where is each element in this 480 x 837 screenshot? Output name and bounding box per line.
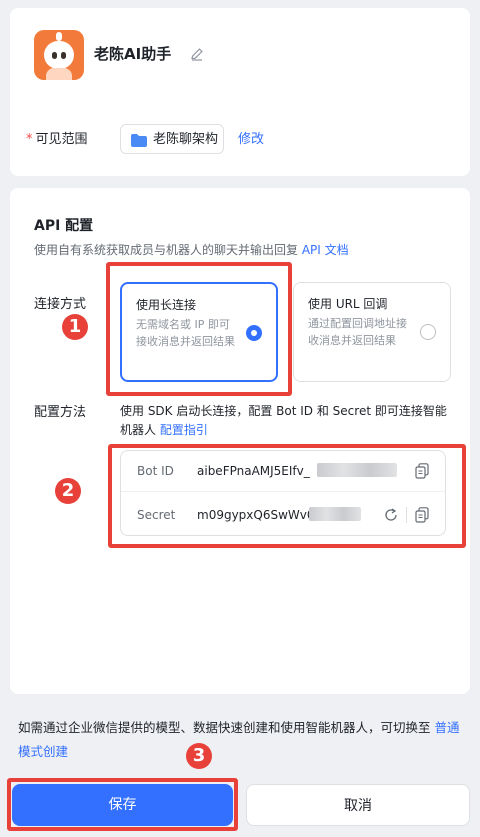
highlight-box-connection	[106, 262, 292, 396]
footer-note: 如需通过企业微信提供的模型、数据快速创建和使用智能机器人，可切换至 普通模式创建	[18, 716, 468, 764]
annotation-number-2: 2	[55, 478, 81, 504]
save-button[interactable]: 保存	[12, 784, 233, 826]
scope-value: 老陈聊架构	[153, 132, 219, 147]
api-section-desc: 使用自有系统获取成员与机器人的聊天并输出回复 API 文档	[34, 242, 349, 259]
footer-note-text: 如需通过企业微信提供的模型、数据快速创建和使用智能机器人，可切换至	[18, 720, 431, 735]
highlight-box-credentials	[108, 444, 466, 548]
option-url-callback[interactable]: 使用 URL 回调 通过配置回调地址接收消息并返回结果	[293, 282, 451, 382]
option-desc: 通过配置回调地址接收消息并返回结果	[308, 317, 407, 347]
avatar-face	[44, 41, 74, 69]
scope-label: * 可见范围	[26, 131, 88, 149]
bot-avatar	[34, 30, 84, 80]
avatar-eye-right	[61, 52, 66, 59]
guide-link[interactable]: 配置指引	[160, 423, 208, 437]
scope-label-text: 可见范围	[35, 132, 88, 147]
avatar-eye-left	[52, 52, 57, 59]
api-doc-link[interactable]: API 文档	[302, 243, 349, 257]
method-text: 使用 SDK 启动长连接，配置 Bot ID 和 Secret 即可连接智能机器…	[120, 402, 450, 440]
edit-icon[interactable]	[189, 46, 205, 62]
method-label: 配置方法	[34, 405, 87, 420]
avatar-antenna	[56, 32, 62, 41]
option-title: 使用 URL 回调	[308, 297, 388, 311]
scope-chip[interactable]: 老陈聊架构	[120, 124, 224, 154]
api-desc-text: 使用自有系统获取成员与机器人的聊天并输出回复	[34, 243, 299, 257]
folder-icon	[131, 134, 147, 147]
api-section-title: API 配置	[34, 218, 94, 234]
required-mark: *	[26, 132, 33, 147]
radio-unselected[interactable]	[420, 324, 436, 340]
bot-name: 老陈AI助手	[94, 45, 172, 63]
annotation-number-1: 1	[62, 314, 88, 340]
modify-link[interactable]: 修改	[238, 131, 264, 149]
avatar-body	[46, 68, 72, 80]
connection-label: 连接方式	[34, 297, 87, 312]
cancel-button[interactable]: 取消	[246, 784, 470, 826]
